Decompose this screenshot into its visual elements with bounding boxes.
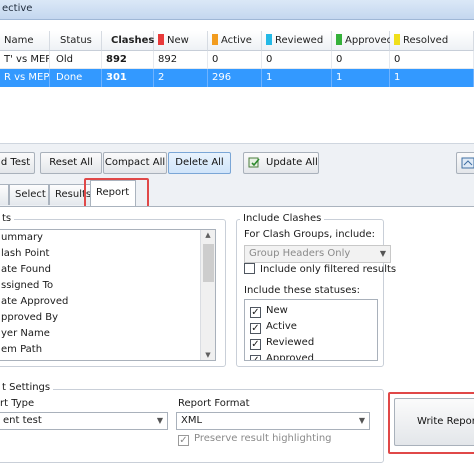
cell-approved: 0 [332, 51, 390, 69]
reset-all-button[interactable]: Reset All [40, 152, 102, 174]
window-title: ective [2, 3, 33, 14]
scroll-thumb[interactable] [203, 244, 214, 282]
list-item[interactable]: em Path [0, 342, 215, 358]
status-new-checkbox[interactable]: ✓ New [250, 304, 288, 318]
tab-select[interactable]: Select [9, 184, 49, 205]
active-status-swatch [212, 34, 218, 45]
contents-list[interactable]: ummary lash Point ate Found ssigned To a… [0, 229, 216, 361]
cell-new: 892 [154, 51, 208, 69]
status-reviewed-checkbox[interactable]: ✓ Reviewed [250, 336, 314, 350]
statuses-list[interactable]: ✓ New ✓ Active ✓ Reviewed ✓ Approved [244, 299, 378, 361]
column-header-new[interactable]: New [154, 31, 208, 51]
approved-status-swatch [336, 34, 342, 45]
checkmark-icon: ✓ [250, 339, 261, 350]
checkmark-icon: ✓ [178, 435, 189, 446]
list-item[interactable]: pproved By [0, 310, 215, 326]
list-item[interactable]: lash Point [0, 246, 215, 262]
tab-strip: Select Results Report [0, 177, 474, 207]
reviewed-status-swatch [266, 34, 272, 45]
delete-all-button[interactable]: Delete All [168, 152, 231, 174]
checkmark-icon: ✓ [250, 307, 261, 318]
report-type-label: rt Type [0, 398, 35, 409]
clash-tests-grid[interactable]: Name Status Clashes New Active Reviewed … [0, 31, 474, 89]
cell-reviewed: 1 [262, 69, 332, 87]
cell-active: 0 [208, 51, 262, 69]
cell-name: R vs MEP [0, 69, 50, 87]
window-title-bar: ective [0, 0, 474, 20]
column-header-reviewed[interactable]: Reviewed [262, 31, 332, 51]
clash-groups-label: For Clash Groups, include: [244, 229, 376, 240]
export-button[interactable] [456, 152, 474, 174]
chevron-down-icon: ▼ [156, 416, 163, 425]
status-approved-checkbox[interactable]: ✓ Approved [250, 352, 314, 360]
write-report-highlight [388, 392, 474, 454]
include-clashes-label: Include Clashes [240, 213, 325, 224]
resolved-status-swatch [394, 34, 400, 45]
cell-resolved: 1 [390, 69, 474, 87]
report-format-label: Report Format [178, 398, 250, 409]
report-format-select[interactable]: XML ▼ [176, 412, 370, 430]
checkmark-icon: ✓ [250, 355, 261, 360]
compact-all-button[interactable]: Compact All [103, 152, 167, 174]
chevron-down-icon: ▼ [379, 249, 386, 258]
list-item[interactable]: ate Found [0, 262, 215, 278]
column-header-clashes[interactable]: Clashes [102, 31, 154, 51]
update-icon [248, 156, 261, 169]
column-header-status[interactable]: Status [50, 31, 102, 51]
output-settings-label: t Settings [0, 382, 54, 393]
table-row[interactable]: T' vs MEP Old 892 892 0 0 0 0 [0, 51, 474, 69]
cell-approved: 1 [332, 69, 390, 87]
scroll-up-arrow-icon[interactable]: ▲ [201, 231, 215, 239]
list-item[interactable]: yer Name [0, 326, 215, 342]
contents-group-label: ts [0, 213, 15, 224]
list-item[interactable]: ate Approved [0, 294, 215, 310]
cell-new: 2 [154, 69, 208, 87]
chevron-down-icon: ▼ [358, 416, 365, 425]
column-header-active[interactable]: Active [208, 31, 262, 51]
cell-status: Done [50, 69, 102, 87]
list-item[interactable]: ssigned To [0, 278, 215, 294]
export-icon [461, 156, 474, 178]
scroll-down-arrow-icon[interactable]: ▼ [201, 351, 215, 359]
cell-status: Old [50, 51, 102, 69]
filtered-results-checkbox[interactable]: Include only filtered results [244, 263, 396, 277]
column-header-name[interactable]: Name [0, 31, 50, 51]
cell-clashes: 892 [102, 51, 154, 69]
clash-groups-select[interactable]: Group Headers Only ▼ [244, 245, 391, 263]
checkmark-icon: ✓ [250, 323, 261, 334]
cell-name: T' vs MEP [0, 51, 50, 69]
contents-scrollbar[interactable]: ▲ ▼ [200, 230, 215, 360]
cell-clashes: 301 [102, 69, 154, 87]
update-all-button[interactable]: Update All [243, 152, 319, 174]
tab-rules[interactable] [0, 184, 9, 205]
checkbox-unchecked-icon [244, 263, 255, 274]
status-active-checkbox[interactable]: ✓ Active [250, 320, 297, 334]
test-toolbar: d Test Reset All Compact All Delete All … [0, 143, 474, 177]
report-type-select[interactable]: ent test ▼ [0, 412, 168, 430]
table-row-selected[interactable]: R vs MEP Done 301 2 296 1 1 1 [0, 69, 474, 87]
preserve-highlighting-checkbox[interactable]: ✓ Preserve result highlighting [178, 432, 332, 446]
list-item[interactable]: ummary [0, 230, 215, 246]
cell-reviewed: 0 [262, 51, 332, 69]
column-header-approved[interactable]: Approved [332, 31, 393, 51]
cell-active: 296 [208, 69, 262, 87]
new-status-swatch [158, 34, 164, 45]
add-test-button[interactable]: d Test [0, 152, 35, 174]
statuses-label: Include these statuses: [244, 285, 360, 296]
cell-resolved: 0 [390, 51, 474, 69]
column-header-resolved[interactable]: Resolved [390, 31, 474, 51]
